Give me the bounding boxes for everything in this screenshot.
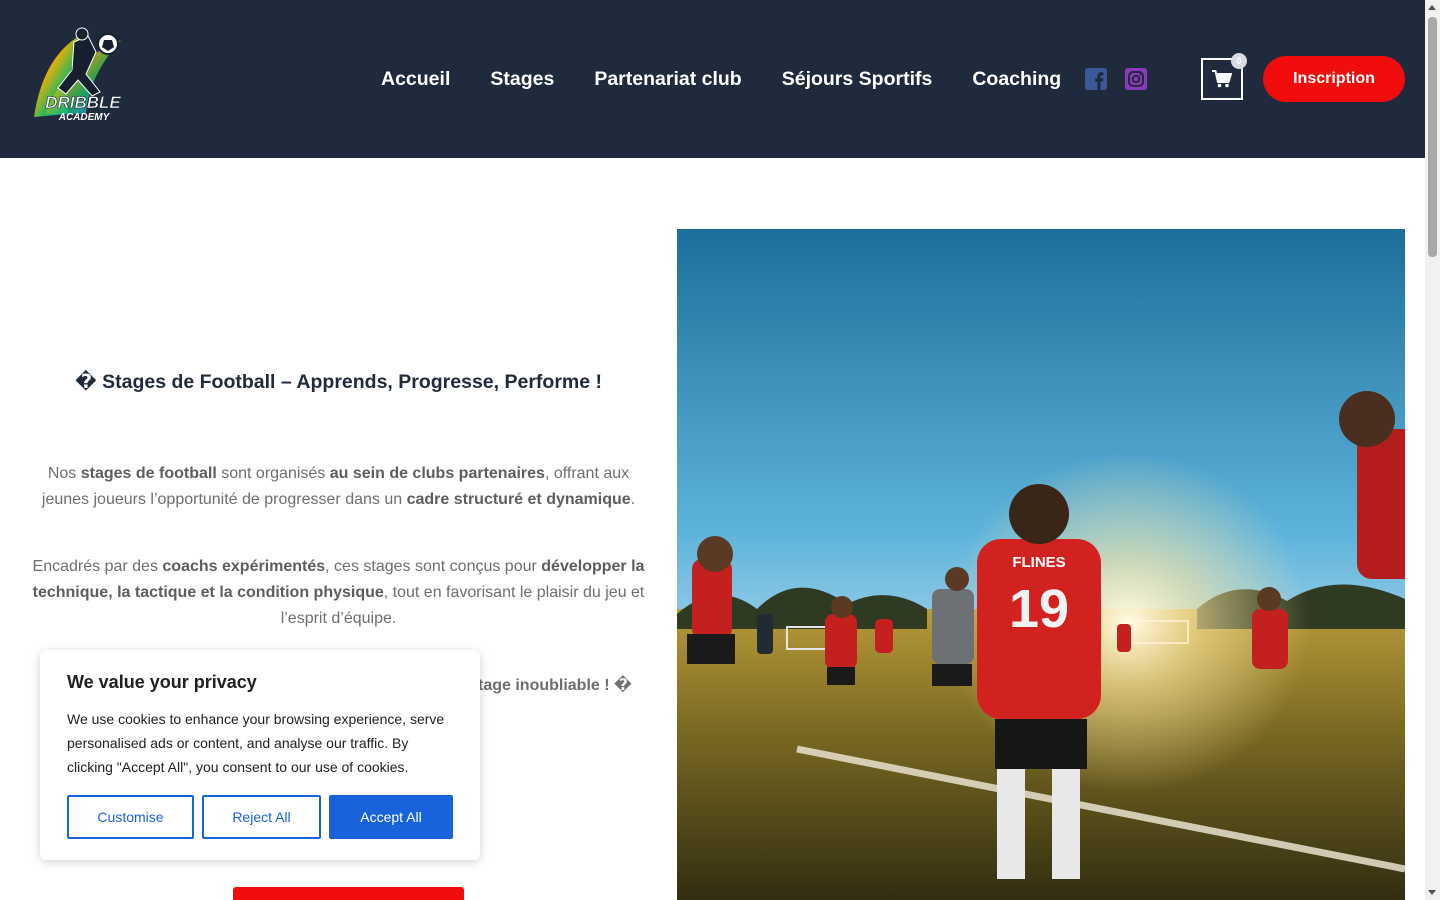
bold-text: au sein de clubs partenaires bbox=[329, 465, 545, 482]
scroll-down-arrow[interactable] bbox=[1428, 890, 1436, 895]
nav-item-partenariat-club[interactable]: Partenariat club bbox=[574, 68, 761, 91]
reject-all-button[interactable]: Reject All bbox=[202, 795, 321, 839]
instagram-icon[interactable] bbox=[1124, 67, 1148, 91]
text-span: Nos bbox=[47, 465, 81, 482]
facebook-icon[interactable] bbox=[1084, 67, 1108, 91]
nav-item-coaching[interactable]: Coaching bbox=[952, 68, 1081, 91]
text-span: . bbox=[630, 491, 636, 508]
closing-paragraph: tage inoubliable ! � bbox=[478, 677, 632, 694]
cookie-consent-banner: We value your privacy We use cookies to … bbox=[40, 650, 480, 860]
bold-text: coachs expérimentés bbox=[162, 558, 326, 575]
logo-text-main: DRIBBLE bbox=[45, 93, 121, 112]
scroll-thumb[interactable] bbox=[1428, 17, 1437, 257]
football-stage-photo: FLINES 19 bbox=[677, 229, 1405, 900]
cart-icon bbox=[1212, 70, 1232, 88]
page-scrollbar[interactable] bbox=[1425, 0, 1440, 900]
nav-item-sejours-sportifs[interactable]: Séjours Sportifs bbox=[762, 68, 953, 91]
cookie-description: We use cookies to enhance your browsing … bbox=[67, 711, 445, 775]
text-span: Encadrés par des bbox=[32, 558, 163, 575]
bold-text: cadre structuré et dynamique bbox=[406, 491, 631, 508]
scroll-up-arrow[interactable] bbox=[1428, 5, 1436, 10]
bold-text: stages de football bbox=[80, 465, 217, 482]
nav-item-stages[interactable]: Stages bbox=[470, 68, 574, 91]
cart-button[interactable]: 0 bbox=[1201, 53, 1247, 100]
cart-count-badge: 0 bbox=[1231, 53, 1247, 69]
inscription-button[interactable]: Inscription bbox=[1263, 56, 1405, 102]
cta-button[interactable] bbox=[233, 887, 464, 900]
logo-text-sub: ACADEMY bbox=[58, 112, 111, 123]
customise-button[interactable]: Customise bbox=[67, 795, 194, 839]
cookie-title: We value your privacy bbox=[67, 672, 257, 692]
dribble-academy-logo[interactable]: DRIBBLE ACADEMY bbox=[26, 22, 140, 132]
accept-all-button[interactable]: Accept All bbox=[329, 795, 453, 839]
text-span: , ces stages sont conçus pour bbox=[325, 558, 542, 575]
jersey-name: FLINES bbox=[1012, 554, 1065, 571]
main-nav: Accueil Stages Partenariat club Séjours … bbox=[361, 58, 1081, 100]
text-span: sont organisés bbox=[216, 465, 330, 482]
jersey-number: 19 bbox=[1009, 579, 1069, 639]
nav-item-accueil[interactable]: Accueil bbox=[361, 68, 470, 91]
intro-paragraph: Nos stages de football sont organisés au… bbox=[28, 461, 649, 513]
coaching-paragraph: Encadrés par des coachs expérimentés, ce… bbox=[28, 554, 649, 632]
page-title: � Stages de Football – Apprends, Progres… bbox=[74, 371, 603, 393]
site-header: DRIBBLE ACADEMY Accueil Stages Partenari… bbox=[0, 0, 1425, 158]
